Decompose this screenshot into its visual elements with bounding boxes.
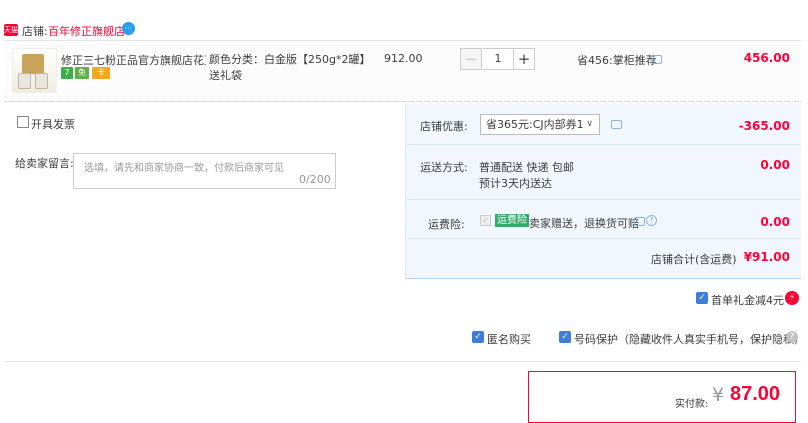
discount-select[interactable]: 省365元:CJ内部券1 ∨ bbox=[480, 114, 600, 135]
gift-coupon-label[interactable]: 首单礼金减4元 bbox=[711, 292, 784, 308]
insurance-amount: 0.00 bbox=[760, 215, 790, 229]
item-spec-variant: 颜色分类：白金版【250g*2罐】 bbox=[209, 53, 371, 66]
subtotal-amount: ¥91.00 bbox=[743, 250, 790, 264]
product-thumbnail[interactable] bbox=[12, 48, 57, 93]
tmall-badge-icon: 天猫 bbox=[4, 24, 18, 36]
shop-name-link[interactable]: 百年修正旗舰店 bbox=[48, 23, 125, 39]
credit-card-icon: 卡 bbox=[92, 67, 110, 79]
insurance-help-icon[interactable]: ? bbox=[646, 215, 657, 226]
insurance-label: 运费险: bbox=[428, 218, 465, 231]
invoice-checkbox[interactable] bbox=[17, 116, 29, 128]
message-placeholder: 选填，请先和商家协商一致，付款后商家可见 bbox=[84, 163, 284, 174]
pay-currency: ¥ bbox=[712, 384, 725, 406]
shipping-amount: 0.00 bbox=[760, 158, 790, 172]
help-icon[interactable]: ? bbox=[786, 331, 798, 343]
shipping-method: 普通配送 快递 包邮 bbox=[479, 161, 574, 174]
item-spec: 颜色分类：白金版【250g*2罐】 送礼袋 bbox=[209, 52, 370, 84]
row-divider bbox=[407, 199, 801, 200]
promo-chat-icon[interactable] bbox=[651, 55, 662, 64]
anonymous-label[interactable]: 匿名购买 bbox=[487, 331, 531, 347]
qty-minus-button[interactable]: − bbox=[460, 48, 482, 70]
subtotal-label: 店铺合计(含运费) bbox=[651, 253, 737, 266]
message-char-count: 0/200 bbox=[299, 173, 331, 186]
discount-amount: -365.00 bbox=[738, 119, 790, 133]
item-title-link[interactable]: 修正三七粉正品官方旗舰店花正... bbox=[61, 52, 206, 68]
row-divider bbox=[407, 144, 801, 145]
anonymous-checkbox[interactable]: ✓ bbox=[472, 331, 484, 343]
chevron-down-icon: ∨ bbox=[586, 119, 593, 129]
free-shipping-icon: 免 bbox=[75, 67, 89, 79]
item-total: 456.00 bbox=[743, 51, 790, 65]
row-divider bbox=[407, 238, 801, 239]
ww-chat-icon[interactable]: ⋯ bbox=[122, 22, 135, 35]
insurance-tag: 运费险 bbox=[495, 214, 529, 227]
discount-label: 店铺优惠: bbox=[420, 120, 468, 133]
shop-label: 店铺: bbox=[22, 25, 48, 38]
pay-amount: 87.00 bbox=[730, 383, 781, 405]
message-label: 给卖家留言: bbox=[15, 157, 74, 170]
insurance-text: 卖家赠送，退换货可赔 bbox=[529, 217, 639, 230]
discount-selected: 省365元:CJ内部券1 bbox=[486, 118, 584, 131]
item-promo: 省456:掌柜推荐 bbox=[577, 54, 657, 67]
invoice-label[interactable]: 开具发票 bbox=[31, 116, 75, 132]
qty-plus-button[interactable]: + bbox=[513, 48, 535, 70]
gift-coupon-checkbox[interactable]: ✓ bbox=[696, 292, 708, 304]
discount-chat-icon[interactable] bbox=[611, 120, 622, 129]
pay-label: 实付款: bbox=[675, 399, 709, 410]
divider bbox=[4, 361, 801, 362]
seven-day-return-icon: 7 bbox=[61, 67, 73, 79]
item-unit-price: 912.00 bbox=[384, 52, 423, 65]
item-row bbox=[4, 40, 801, 102]
phone-protect-checkbox[interactable]: ✓ bbox=[559, 331, 571, 343]
phone-protect-label[interactable]: 号码保护（隐藏收件人真实手机号，保护隐私） bbox=[574, 331, 805, 347]
insurance-chat-icon[interactable] bbox=[634, 217, 645, 226]
lightning-icon: ⚡ bbox=[785, 291, 799, 305]
shipping-eta: 预计3天内送达 bbox=[479, 177, 552, 190]
item-spec-gift: 送礼袋 bbox=[209, 69, 242, 82]
insurance-checkbox: ✓ bbox=[480, 215, 491, 226]
quantity-input[interactable]: 1 bbox=[483, 48, 513, 70]
shipping-label: 运送方式: bbox=[420, 161, 468, 174]
